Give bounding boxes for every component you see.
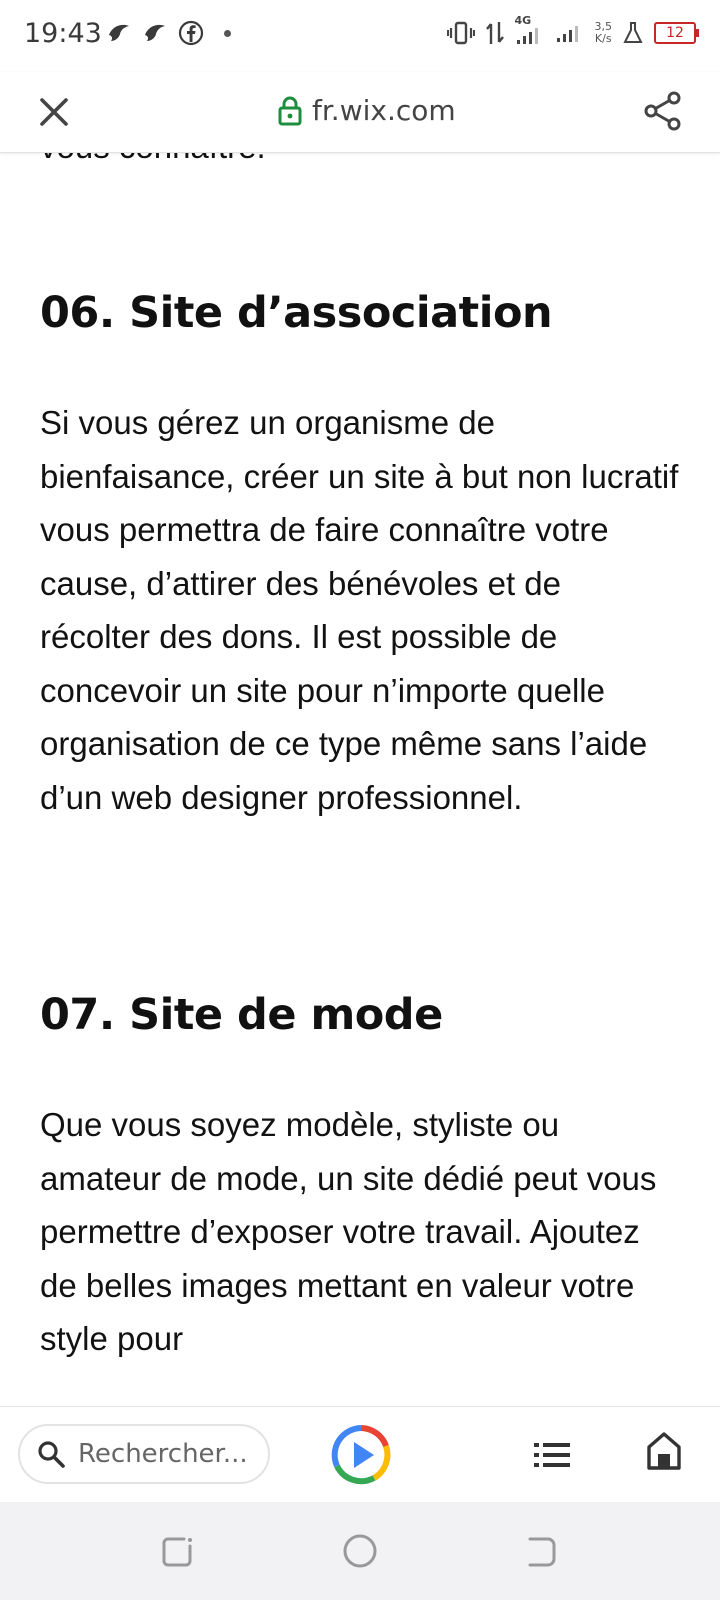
notification-icons xyxy=(106,20,231,46)
article-content: vous connaître. 06. Site d’association S… xyxy=(0,152,720,1406)
section-heading: 06. Site d’association xyxy=(40,288,553,338)
share-icon[interactable] xyxy=(642,90,684,132)
section-heading: 07. Site de mode xyxy=(40,990,443,1040)
status-bar: 19:43 4G 3,5 K/s 12 xyxy=(0,0,720,72)
battery-icon: 12 xyxy=(654,22,699,44)
network-speed: 3,5 K/s xyxy=(595,21,613,45)
home-icon[interactable] xyxy=(646,1431,682,1471)
browser-url-bar: fr.wix.com xyxy=(0,72,720,153)
back-icon[interactable] xyxy=(522,1534,558,1570)
search-icon xyxy=(38,1441,65,1468)
more-notifications-dot xyxy=(224,29,231,37)
lab-flask-icon xyxy=(623,22,643,43)
search-input[interactable]: Rechercher... xyxy=(18,1424,270,1484)
signal-strength-icon xyxy=(556,26,578,42)
facebook-notification-icon xyxy=(178,20,204,46)
lock-icon xyxy=(278,96,302,125)
section-paragraph: Que vous soyez modèle, styliste ou amate… xyxy=(40,1106,657,1357)
recent-apps-icon[interactable] xyxy=(160,1534,196,1570)
close-icon[interactable] xyxy=(34,92,74,132)
system-icons: 4G 3,5 K/s 12 xyxy=(446,14,699,48)
network-speed-unit: K/s xyxy=(594,32,612,45)
bottom-toolbar: Rechercher... xyxy=(0,1406,720,1503)
bird-notification-icon xyxy=(109,24,129,41)
section-paragraph: Si vous gérez un organisme de bienfaisan… xyxy=(40,404,679,816)
list-icon[interactable] xyxy=(532,1435,572,1475)
signal-4g-icon: 4G xyxy=(515,14,545,48)
home-navigation-icon[interactable] xyxy=(342,1533,378,1569)
google-play-icon[interactable] xyxy=(330,1424,392,1486)
status-time: 19:43 xyxy=(24,18,102,49)
system-navigation-bar xyxy=(0,1502,720,1600)
battery-level: 12 xyxy=(666,25,684,41)
url-text: fr.wix.com xyxy=(312,94,456,127)
url-display[interactable]: fr.wix.com xyxy=(278,94,456,127)
bird-notification-icon xyxy=(145,24,165,41)
search-placeholder: Rechercher... xyxy=(78,1439,248,1469)
vibrate-icon xyxy=(446,21,475,45)
previous-paragraph-fragment: vous connaître. xyxy=(40,152,266,166)
data-transfer-icon xyxy=(485,22,504,44)
